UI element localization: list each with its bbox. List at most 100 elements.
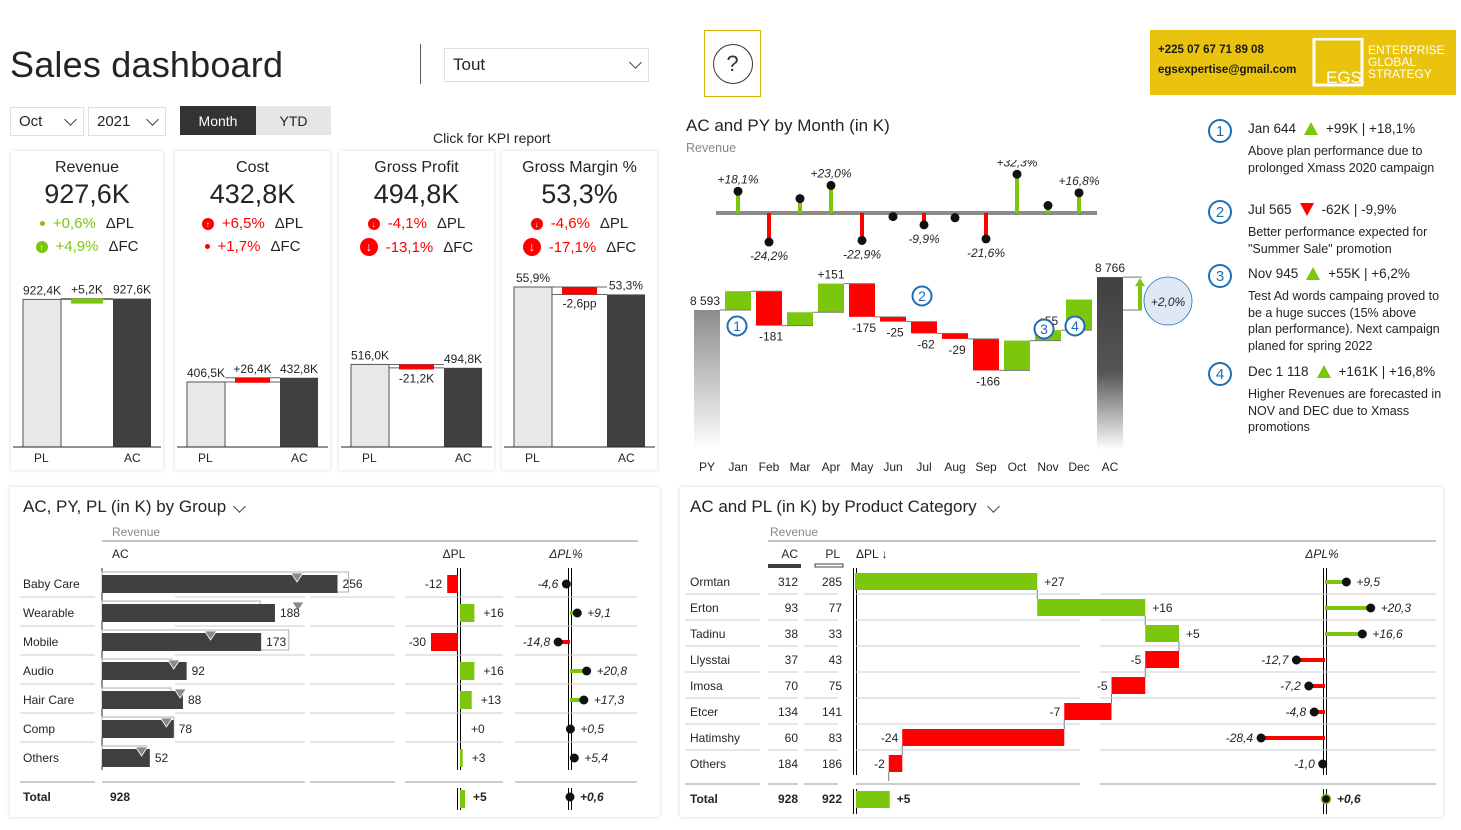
kpi-card-gross-profit[interactable]: Gross Profit 494,8K ↓ -4,1% ΔPL ↓ -13,1% ΔFC 516… <box>339 151 494 470</box>
kpi-delta-label: ΔFC <box>108 238 139 255</box>
kpi-delta-value: +1,7% <box>217 238 261 255</box>
toggle-month[interactable]: Month <box>180 106 256 135</box>
col-header-ac: AC <box>112 547 129 561</box>
kpi-delta-value: -4,1% <box>387 215 427 232</box>
delta-bar <box>235 377 270 383</box>
waterfall-bar <box>1145 625 1179 642</box>
pl-value: 77 <box>829 601 843 615</box>
col-header-ac: AC <box>781 547 798 561</box>
ac-bar <box>102 604 275 622</box>
dplpct-head <box>1341 577 1351 587</box>
table-row[interactable]: Ormtan 312 285 +27 +9,5 <box>690 573 1380 599</box>
x-label-ac: AC <box>291 451 308 465</box>
table-row[interactable]: Hair Care 88 +13 +17,3 <box>20 683 637 709</box>
pl-value: 141 <box>822 705 842 719</box>
x-axis-label: Jan <box>728 460 747 474</box>
ac-value: 38 <box>785 627 799 641</box>
x-label-pl: PL <box>198 451 213 465</box>
waterfall-bar <box>849 283 875 317</box>
kpi-delta-pl-row: +0,6% ΔPL <box>11 215 163 232</box>
dplpct-head <box>1291 655 1301 665</box>
table-row[interactable]: Wearable 188 +16 +9,1 <box>20 596 637 622</box>
x-axis-label: Oct <box>1008 460 1027 474</box>
kpi-mini-chart: 55,9% 53,3% -2,6pp PL AC <box>504 271 655 465</box>
note-delta: +55K | +6,2% <box>1328 266 1410 281</box>
pl-value: 285 <box>822 575 842 589</box>
row-label: Ormtan <box>690 575 730 589</box>
kpi-delta-value: -13,1% <box>385 238 434 256</box>
pl-bar <box>350 363 390 448</box>
dplpct-value: +20,8 <box>597 664 628 678</box>
ac-value: 88 <box>188 693 202 707</box>
dot-small-icon <box>204 244 210 249</box>
dplpct-value: +5,4 <box>584 751 608 765</box>
col-header-dplpct: ΔPL% <box>1304 547 1339 561</box>
pin-label: +18,1% <box>717 172 758 186</box>
kpi-mini-chart: 516,0K 494,8K -21,2K PL AC <box>341 348 492 465</box>
dplpct-value: +0,5 <box>580 722 604 736</box>
row-label: Erton <box>690 601 719 615</box>
waterfall-bar <box>1037 599 1146 616</box>
category-table-chart: Revenue AC PL ΔPL ↓ ΔPL% Ormtan 312 285 +27 +9,5 E… <box>685 525 1436 814</box>
x-axis-label: Apr <box>822 460 841 474</box>
total-pl: 922 <box>822 792 842 806</box>
total-row: Total 928 +5 +0,6 <box>23 788 604 810</box>
table-row[interactable]: Comp 78 +0 +0,5 <box>20 712 637 738</box>
col-header-dpl[interactable]: ΔPL ↓ <box>856 547 888 561</box>
annotation-number-icon: 2 <box>1208 200 1232 224</box>
ac-value-label: 432,8K <box>280 362 318 376</box>
pin-label: +23,0% <box>810 166 851 180</box>
ac-bar <box>280 377 318 447</box>
pin-head <box>1074 188 1084 198</box>
kpi-title: Gross Profit <box>374 159 459 176</box>
arrow-up-circle-icon: ↑ <box>201 217 214 230</box>
filter-dropdown[interactable]: Tout <box>444 48 649 82</box>
ac-value: 52 <box>155 751 169 765</box>
monthly-chart-subtitle: Revenue <box>686 141 737 155</box>
table-row[interactable]: Others 52 +3 +5,4 <box>20 741 637 767</box>
kpi-value: 53,3% <box>541 179 618 209</box>
dplpct-head <box>569 753 579 763</box>
table-row[interactable]: Audio 92 +16 +20,8 <box>20 654 637 680</box>
kpi-card-revenue[interactable]: Revenue 927,6K +0,6% ΔPL ↑ +4,9% ΔFC 922,4K 927,… <box>11 151 163 470</box>
filter-dropdown-value: Tout <box>453 55 486 74</box>
delta-value-label: +5,2K <box>71 283 103 297</box>
dplpct-head <box>582 666 592 676</box>
group-table-title: AC, PY, PL (in K) by Group <box>23 497 227 516</box>
chevron-down-icon <box>629 56 642 69</box>
kpi-card-cost[interactable]: Cost 432,8K ↑ +6,5% ΔPL +1,7% ΔFC 406,5K 432,8K +… <box>175 151 330 470</box>
pin-label: -22,9% <box>843 247 881 261</box>
kpi-mini-chart: 406,5K 432,8K +26,4K PL AC <box>177 362 328 465</box>
dpl-value: -12 <box>425 577 443 591</box>
waterfall-bar <box>911 321 937 334</box>
kpi-report-link[interactable]: Click for KPI report <box>433 130 550 146</box>
kpi-delta-fc-row: ↑ +4,9% ΔFC <box>11 238 163 255</box>
col-header-pl: PL <box>825 547 840 561</box>
annotation-number-icon: 1 <box>1208 119 1232 143</box>
ac-value: 188 <box>280 606 300 620</box>
pin-head <box>950 213 960 223</box>
question-icon: ? <box>712 43 753 84</box>
kpi-delta-pl-row: ↓ -4,6% ΔPL <box>502 215 657 232</box>
help-button[interactable]: ? <box>704 30 761 97</box>
dpl-value: +16 <box>483 664 504 678</box>
toggle-ytd[interactable]: YTD <box>256 106 331 135</box>
dplpct-head <box>1309 707 1319 717</box>
month-select[interactable]: Oct <box>10 107 84 136</box>
ac-value: 256 <box>343 577 363 591</box>
dpl-bar <box>460 749 463 767</box>
year-select[interactable]: 2021 <box>88 107 166 136</box>
total-ac: 928 <box>110 790 130 804</box>
kpi-card-gross-margin-[interactable]: Gross Margin % 53,3% ↓ -4,6% ΔPL ↓ -17,1% ΔFC 55… <box>502 151 657 470</box>
dplpct-value: -28,4 <box>1226 731 1254 745</box>
delta-bar <box>71 298 103 304</box>
row-label: Mobile <box>23 635 59 649</box>
ac-value-label: 494,8K <box>444 352 482 366</box>
table-row[interactable]: Baby Care 256 -12 -4,6 <box>23 571 571 593</box>
kpi-delta-pl-row: ↑ +6,5% ΔPL <box>175 215 330 232</box>
waterfall-delta-label: +151 <box>817 268 844 282</box>
dplpct-value: -4,6 <box>538 577 559 591</box>
x-axis-label: PY <box>699 460 715 474</box>
chevron-down-icon <box>64 112 77 126</box>
table-row[interactable]: Mobile 173 -30 -14,8 <box>20 625 637 651</box>
